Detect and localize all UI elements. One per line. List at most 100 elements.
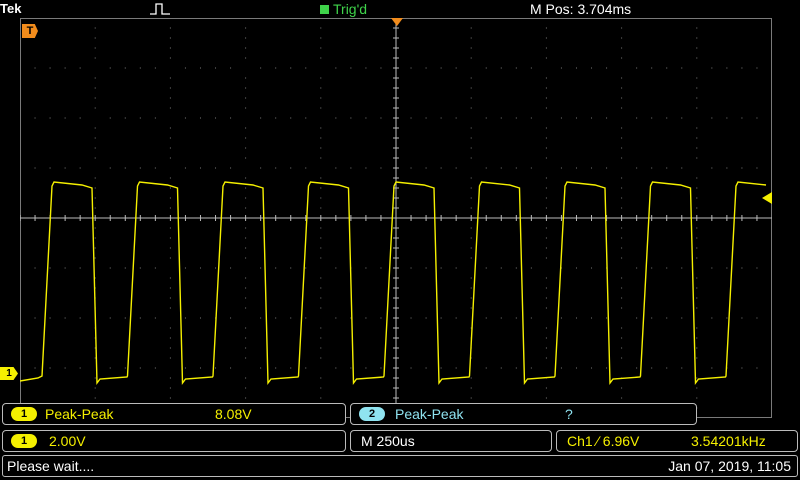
grid-dot [275,18,277,19]
grid-dot [20,387,21,389]
grid-dot [139,117,141,119]
grid-dot [560,67,562,69]
grid-dot [726,18,728,19]
grid-dot [696,227,698,229]
grid-dot [320,237,322,239]
grid-dot [94,77,96,79]
grid-dot [139,167,141,169]
grid-dot [470,377,472,379]
grid-dot [20,37,21,39]
grid-dot [771,147,772,149]
grid-dot [560,367,562,369]
grid-dot [560,117,562,119]
grid-dot [470,277,472,279]
grid-dot [245,27,247,29]
grid-dot [741,317,743,319]
grid-dot [485,367,487,369]
grid-dot [621,27,623,29]
grid-dot [696,257,698,259]
grid-dot [124,167,126,169]
grid-dot [621,77,623,79]
grid-dot [20,127,21,129]
grid-dot [34,267,36,269]
grid-dot [245,287,247,289]
grid-dot [651,167,653,169]
trigger-info-box[interactable]: Ch1 ∕ 6.96V 3.54201kHz [556,430,798,452]
grid-dot [771,227,772,229]
grid-dot [440,67,442,69]
grid-dot [64,67,66,69]
grid-dot [199,18,201,19]
trigger-position-icon[interactable] [391,18,403,26]
grid-dot [275,167,277,169]
grid-dot [20,207,21,209]
grid-dot [320,97,322,99]
grid-dot [515,18,517,19]
grid-dot [621,147,623,149]
trigger-marker-icon[interactable]: T [22,24,38,38]
measurement-ch1[interactable]: 1 Peak-Peak 8.08V [2,403,346,425]
trigger-status: Trig'd [320,1,367,17]
grid-dot [320,137,322,139]
grid-dot [545,227,547,229]
grid-dot [109,267,111,269]
grid-dot [696,187,698,189]
grid-dot [545,187,547,189]
grid-dot [245,377,247,379]
measurement-ch2[interactable]: 2 Peak-Peak ? [350,403,697,425]
grid-dot [335,18,337,19]
grid-dot [169,247,171,249]
grid-dot [169,377,171,379]
grid-dot [124,117,126,119]
grid-dot [79,317,81,319]
grid-dot [530,317,532,319]
grid-dot [260,67,262,69]
grid-dot [20,337,21,339]
grid-dot [530,117,532,119]
scope-display[interactable] [20,18,772,418]
grid-dot [681,267,683,269]
grid-dot [320,187,322,189]
grid-dot [666,117,668,119]
grid-dot [771,237,772,239]
frequency-readout: 3.54201kHz [691,433,766,449]
grid-dot [365,67,367,69]
grid-dot [771,387,772,389]
grid-dot [64,367,66,369]
grid-dot [350,367,352,369]
timebase-box[interactable]: M 250us [350,430,552,452]
grid-dot [621,287,623,289]
grid-dot [124,367,126,369]
meas-ch2-label: Peak-Peak [395,406,464,422]
grid-dot [726,167,728,169]
grid-dot [696,137,698,139]
grid-dot [169,27,171,29]
grid-dot [545,27,547,29]
grid-dot [320,297,322,299]
grid-dot [79,167,81,169]
grid-dot [470,107,472,109]
grid-dot [470,27,472,29]
grid-dot [696,347,698,349]
grid-dot [184,317,186,319]
grid-dot [530,167,532,169]
channel-1-marker-icon[interactable]: 1 [0,367,18,380]
grid-dot [275,317,277,319]
grid-dot [455,18,457,19]
date-time: Jan 07, 2019, 11:05 [668,458,791,474]
grid-dot [139,67,141,69]
grid-dot [545,287,547,289]
grid-dot [621,337,623,339]
grid-dot [320,27,322,29]
grid-dot [666,267,668,269]
grid-dot [245,147,247,149]
grid-dot [545,57,547,59]
grid-dot [410,267,412,269]
grid-dot [64,117,66,119]
ch1-scale-box[interactable]: 1 2.00V [2,430,346,452]
grid-dot [245,157,247,159]
trigger-level-icon[interactable] [762,192,772,204]
grid-dot [666,67,668,69]
grid-dot [440,367,442,369]
grid-dot [94,57,96,59]
